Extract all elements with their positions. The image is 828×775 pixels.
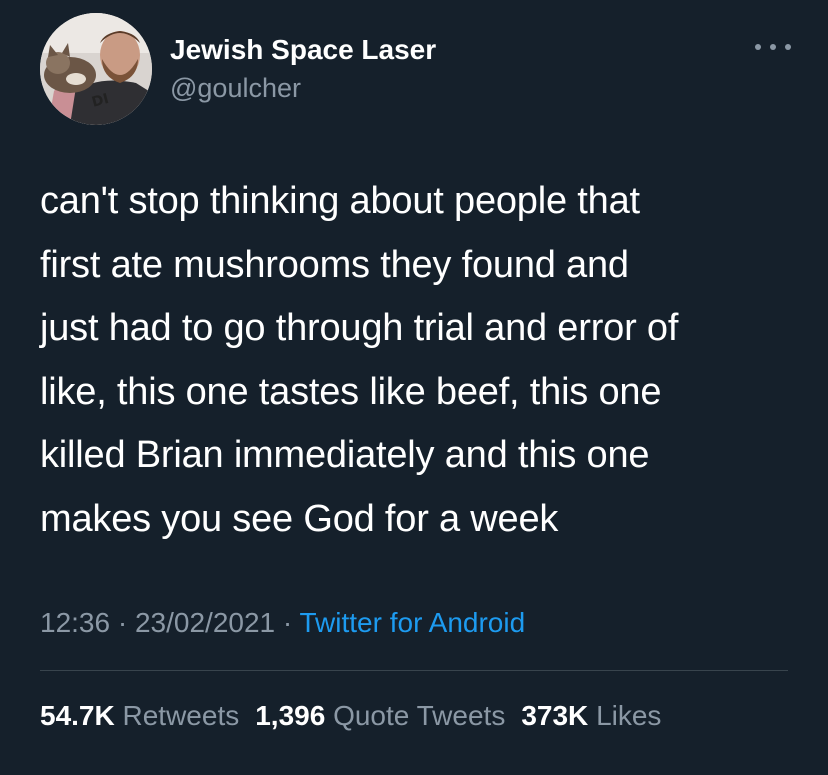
- author-block: Jewish Space Laser @goulcher: [170, 34, 436, 104]
- meta-separator: ·: [117, 607, 128, 638]
- author-display-name[interactable]: Jewish Space Laser: [170, 34, 436, 66]
- tweet-stats: 54.7K Retweets 1,396 Quote Tweets 373K Lik…: [40, 696, 661, 736]
- tweet-text-line: makes you see God for a week: [40, 497, 559, 540]
- more-horizontal-icon-dot-2: [770, 44, 776, 50]
- retweets-stat[interactable]: 54.7K Retweets: [40, 700, 239, 731]
- likes-label: Likes: [596, 700, 662, 731]
- avatar-image: DI: [40, 13, 152, 125]
- tweet-text-line: can't stop thinking about people that: [40, 180, 640, 222]
- more-options-button[interactable]: [755, 38, 791, 56]
- tweet-card: DI Jewish Space Laser @goulcher can't st…: [0, 0, 828, 775]
- divider: [40, 670, 788, 671]
- avatar[interactable]: DI: [40, 13, 152, 125]
- tweet-date[interactable]: 23/02/2021: [135, 607, 275, 638]
- quote-tweets-label: Quote Tweets: [333, 700, 506, 731]
- author-handle[interactable]: @goulcher: [170, 72, 436, 104]
- retweets-label: Retweets: [122, 700, 240, 731]
- quote-tweets-stat[interactable]: 1,396 Quote Tweets: [255, 700, 505, 731]
- likes-count: 373K: [521, 700, 589, 731]
- tweet-source-link[interactable]: Twitter for Android: [300, 607, 526, 638]
- tweet-text-line: killed Brian immediately and this one: [40, 434, 650, 477]
- tweet-meta: 12:36 · 23/02/2021 · Twitter for Android: [40, 603, 525, 643]
- quote-tweets-count: 1,396: [255, 700, 326, 731]
- meta-separator: ·: [282, 607, 293, 638]
- tweet-text-line: just had to go through trial and error o…: [40, 307, 679, 350]
- tweet-text: can't stop thinking about people that fi…: [40, 170, 800, 552]
- tweet-text-line: first ate mushrooms they found and: [40, 243, 629, 286]
- tweet-text-line: like, this one tastes like beef, this on…: [40, 370, 662, 413]
- tweet-time[interactable]: 12:36: [40, 607, 110, 638]
- retweets-count: 54.7K: [40, 700, 115, 731]
- likes-stat[interactable]: 373K Likes: [521, 700, 661, 731]
- more-horizontal-icon: [755, 44, 761, 50]
- more-horizontal-icon-dot-3: [785, 44, 791, 50]
